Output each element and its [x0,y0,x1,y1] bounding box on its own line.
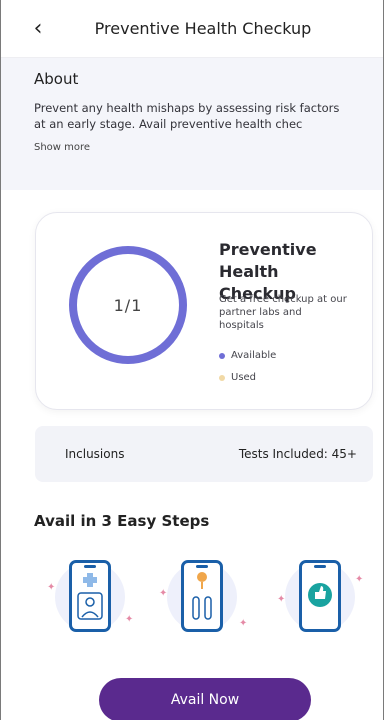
doctor-illustration [77,573,103,620]
usage-count: 1/1 [113,295,143,315]
about-heading: About [34,70,79,88]
doctor-phone-icon [69,560,111,632]
legend-available-label: Available [231,350,277,361]
show-more-link[interactable]: Show more [34,142,90,153]
sparkle-icon: ✦ [239,618,248,629]
legend-used: Used [219,372,256,383]
app-screen: ‹ Preventive Health Checkup About Preven… [0,0,384,720]
about-section: About Prevent any health mishaps by asse… [1,58,383,190]
benefit-description: Get a free checkup at our partner labs a… [219,294,347,331]
steps-title: Avail in 3 Easy Steps [34,512,210,530]
chevron-left-icon[interactable]: ‹ [27,18,49,40]
sparkle-icon: ✦ [355,574,364,585]
thumbs-up-badge-icon [299,560,341,632]
usage-ring: 1/1 [69,246,187,364]
thumbs-up-illustration [308,583,332,607]
sparkle-icon: ✦ [125,614,134,625]
inclusions-row[interactable]: Inclusions Tests Included: 45+ [35,426,373,482]
benefit-card: 1/1 Preventive Health Checkup Get a free… [35,212,373,410]
step-3: ✦ ✦ [277,548,363,644]
test-tubes-illustration [192,572,212,620]
legend-available: Available [219,350,276,361]
location-test-tubes-icon [181,560,223,632]
sparkle-icon: ✦ [47,582,56,593]
available-dot-icon [219,352,225,359]
step-1: ✦ ✦ [47,548,133,644]
sparkle-icon: ✦ [277,594,286,605]
legend-used-label: Used [231,372,257,383]
step-2: ✦ ✦ [159,548,248,644]
inclusions-label: Inclusions [65,447,125,461]
used-dot-icon [219,374,225,381]
about-text: Prevent any health mishaps by assessing … [34,101,340,131]
avail-now-button[interactable]: Avail Now [99,678,311,720]
tests-included: Tests Included: 45+ [238,447,357,461]
top-bar: ‹ Preventive Health Checkup [1,0,383,58]
page-title: Preventive Health Checkup [94,19,312,38]
sparkle-icon: ✦ [159,588,168,599]
